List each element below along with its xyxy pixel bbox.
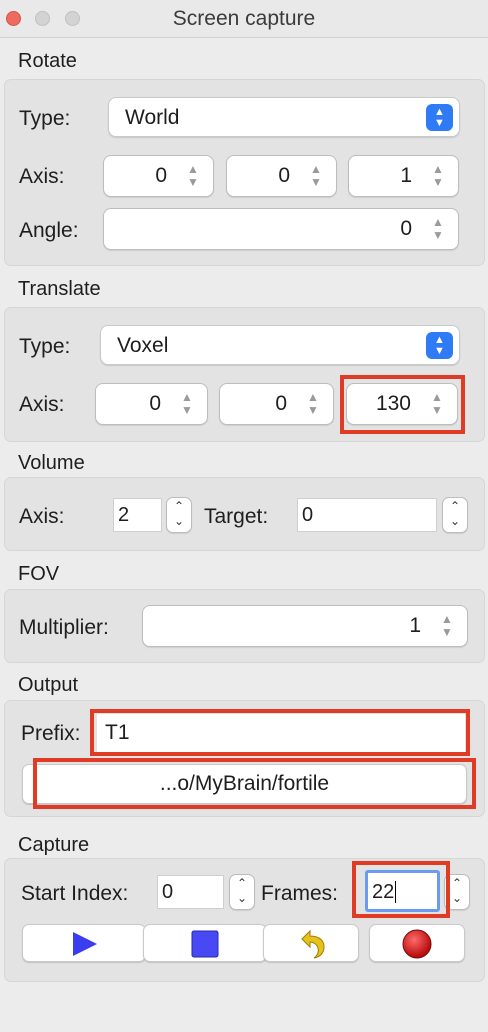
volume-axis-label: Axis: <box>19 505 65 528</box>
translate-axis-y-value: 0 <box>275 392 287 415</box>
rotate-axis-label: Axis: <box>19 165 65 188</box>
volume-target-stepper[interactable]: ⌃ ⌄ <box>442 497 468 533</box>
volume-axis-input[interactable]: 2 <box>113 498 162 532</box>
undo-icon <box>301 929 325 959</box>
volume-section-label: Volume <box>18 452 85 474</box>
stop-icon <box>191 930 219 958</box>
capture-start-index-stepper[interactable]: ⌃ ⌄ <box>229 874 255 910</box>
spin-arrows-icon[interactable]: ▲ ▼ <box>430 216 446 242</box>
capture-start-index-label: Start Index: <box>21 882 129 905</box>
output-section-label: Output <box>18 674 79 696</box>
rotate-axis-y-value: 0 <box>278 164 290 187</box>
fov-section-label: FOV <box>18 563 60 585</box>
rotate-section-label: Rotate <box>18 50 77 72</box>
play-button[interactable] <box>22 924 146 962</box>
rotate-angle-spinbox[interactable]: 0 ▲ ▼ <box>103 208 459 250</box>
volume-target-label: Target: <box>204 505 269 528</box>
rotate-angle-value: 0 <box>400 217 412 240</box>
translate-axis-label: Axis: <box>19 393 65 416</box>
translate-type-label: Type: <box>19 335 71 358</box>
capture-frames-value: 22 <box>372 881 395 903</box>
capture-frames-input[interactable]: 22 <box>365 870 440 912</box>
capture-frames-label: Frames: <box>261 882 339 905</box>
rotate-axis-x-spinbox[interactable]: 0 ▲ ▼ <box>103 155 214 197</box>
translate-type-value: Voxel <box>117 334 169 357</box>
translate-axis-x-value: 0 <box>149 392 161 415</box>
output-prefix-label: Prefix: <box>21 722 81 745</box>
output-prefix-input[interactable]: T1 <box>97 714 465 752</box>
rotate-axis-z-value: 1 <box>400 164 412 187</box>
spin-arrows-icon[interactable]: ▲ ▼ <box>179 391 195 417</box>
volume-target-input[interactable]: 0 <box>297 498 437 532</box>
spin-arrows-icon[interactable]: ▲ ▼ <box>185 163 201 189</box>
rotate-axis-y-spinbox[interactable]: 0 ▲ ▼ <box>226 155 337 197</box>
rotate-angle-label: Angle: <box>19 219 79 242</box>
translate-section-label: Translate <box>18 278 101 300</box>
translate-axis-z-spinbox[interactable]: 130 ▲ ▼ <box>346 383 458 425</box>
rotate-type-label: Type: <box>19 107 71 130</box>
title-bar: Screen capture <box>0 0 488 38</box>
chevron-updown-icon: ▲ ▼ <box>426 104 453 131</box>
stop-button[interactable] <box>143 924 267 962</box>
record-icon <box>402 929 432 959</box>
translate-axis-x-spinbox[interactable]: 0 ▲ ▼ <box>95 383 208 425</box>
rotate-axis-z-spinbox[interactable]: 1 ▲ ▼ <box>348 155 459 197</box>
capture-start-index-input[interactable]: 0 <box>157 875 224 909</box>
capture-section-label: Capture <box>18 834 90 856</box>
output-folder-button[interactable]: ...o/MyBrain/fortile <box>22 764 467 804</box>
translate-type-select[interactable]: Voxel ▲ ▼ <box>100 325 460 365</box>
chevron-updown-icon: ▲ ▼ <box>426 332 453 359</box>
undo-button[interactable] <box>263 924 359 962</box>
record-button[interactable] <box>369 924 465 962</box>
spin-arrows-icon[interactable]: ▲ ▼ <box>439 613 455 639</box>
spin-arrows-icon[interactable]: ▲ ▼ <box>308 163 324 189</box>
spin-arrows-icon[interactable]: ▲ ▼ <box>429 391 445 417</box>
fov-multiplier-value: 1 <box>409 614 421 637</box>
volume-axis-stepper[interactable]: ⌃ ⌄ <box>166 497 192 533</box>
rotate-type-select[interactable]: World ▲ ▼ <box>108 97 460 137</box>
capture-frames-stepper[interactable]: ⌃ ⌄ <box>444 874 470 910</box>
spin-arrows-icon[interactable]: ▲ ▼ <box>305 391 321 417</box>
translate-axis-y-spinbox[interactable]: 0 ▲ ▼ <box>219 383 334 425</box>
window-title: Screen capture <box>172 7 316 30</box>
rotate-axis-x-value: 0 <box>155 164 167 187</box>
fov-multiplier-label: Multiplier: <box>19 616 109 639</box>
rotate-type-value: World <box>125 106 180 129</box>
fov-multiplier-spinbox[interactable]: 1 ▲ ▼ <box>142 605 468 647</box>
text-caret <box>395 881 397 903</box>
play-icon <box>73 932 97 956</box>
spin-arrows-icon[interactable]: ▲ ▼ <box>430 163 446 189</box>
translate-axis-z-value: 130 <box>375 392 411 415</box>
